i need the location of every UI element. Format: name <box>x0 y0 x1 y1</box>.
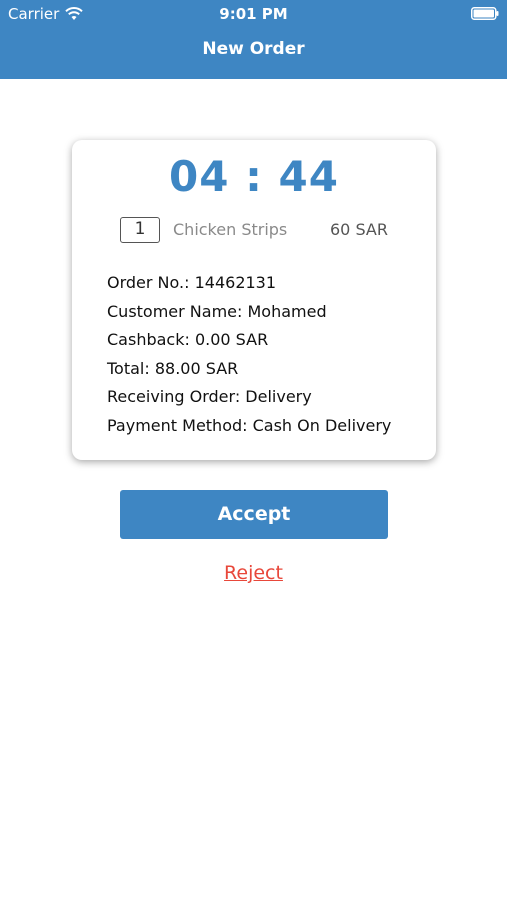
item-price: 60 SAR <box>330 220 388 239</box>
countdown-timer: 04 : 44 <box>169 152 339 201</box>
payment-method: Payment Method: Cash On Delivery <box>107 415 392 435</box>
order-details: Order No.: 14462131 Customer Name: Moham… <box>107 269 391 441</box>
accept-button[interactable]: Accept <box>120 490 388 539</box>
order-number: Order No.: 14462131 <box>107 273 277 292</box>
item-name: Chicken Strips <box>173 220 288 239</box>
page-title: New Order <box>202 39 305 59</box>
status-time: 9:01 PM <box>219 5 288 23</box>
reject-button[interactable]: Reject <box>0 562 507 584</box>
customer-name: Customer Name: Mohamed <box>107 301 327 321</box>
order-item: 1 Chicken Strips 60 SAR <box>72 217 436 245</box>
receiving-method: Receiving Order: Delivery <box>107 387 312 407</box>
order-total: Total: 88.00 SAR <box>107 358 239 378</box>
order-card: 04 : 44 1 Chicken Strips 60 SAR Order No… <box>72 140 436 460</box>
navigation-bar: Carrier 9:01 PM New Order <box>0 0 507 79</box>
item-quantity: 1 <box>120 217 160 243</box>
battery-icon <box>471 7 499 20</box>
status-bar: Carrier 9:01 PM <box>0 0 507 28</box>
cashback: Cashback: 0.00 SAR <box>107 330 269 350</box>
